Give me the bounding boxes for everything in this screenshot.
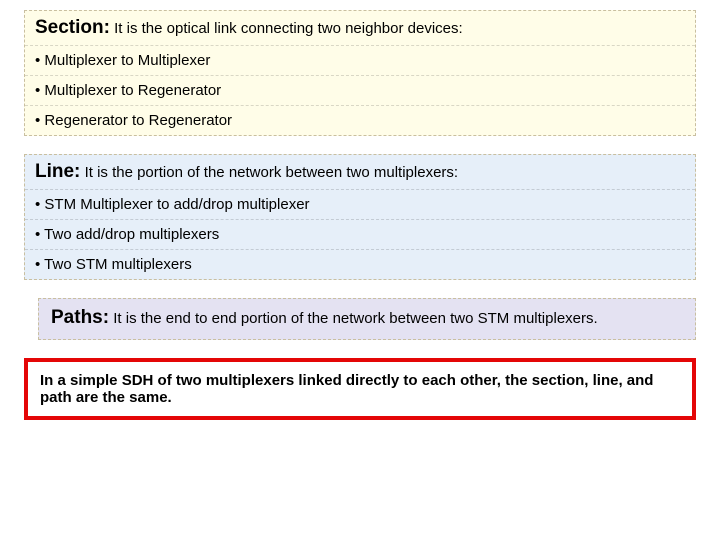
section-heading-row: Section: It is the optical link connecti… xyxy=(25,11,695,46)
section-heading: Section: xyxy=(35,17,110,38)
paths-block: Paths: It is the end to end portion of t… xyxy=(38,298,696,340)
line-block: Line: It is the portion of the network b… xyxy=(24,154,696,280)
line-bullet: Two STM multiplexers xyxy=(25,250,695,279)
line-heading-row: Line: It is the portion of the network b… xyxy=(25,155,695,190)
slide: Section: It is the optical link connecti… xyxy=(0,0,720,420)
line-bullet: Two add/drop multiplexers xyxy=(25,220,695,250)
section-desc: It is the optical link connecting two ne… xyxy=(114,20,463,37)
note-box: In a simple SDH of two multiplexers link… xyxy=(24,358,696,420)
line-heading: Line: xyxy=(35,161,80,182)
paths-desc: It is the end to end portion of the netw… xyxy=(113,310,597,327)
paths-heading: Paths: xyxy=(51,307,109,328)
line-desc: It is the portion of the network between… xyxy=(85,164,459,181)
note-text: In a simple SDH of two multiplexers link… xyxy=(40,372,653,406)
section-block: Section: It is the optical link connecti… xyxy=(24,10,696,136)
line-bullet: STM Multiplexer to add/drop multiplexer xyxy=(25,190,695,220)
paths-heading-row: Paths: It is the end to end portion of t… xyxy=(39,299,695,339)
section-bullet: Multiplexer to Regenerator xyxy=(25,76,695,106)
section-bullet: Regenerator to Regenerator xyxy=(25,106,695,135)
section-bullet: Multiplexer to Multiplexer xyxy=(25,46,695,76)
